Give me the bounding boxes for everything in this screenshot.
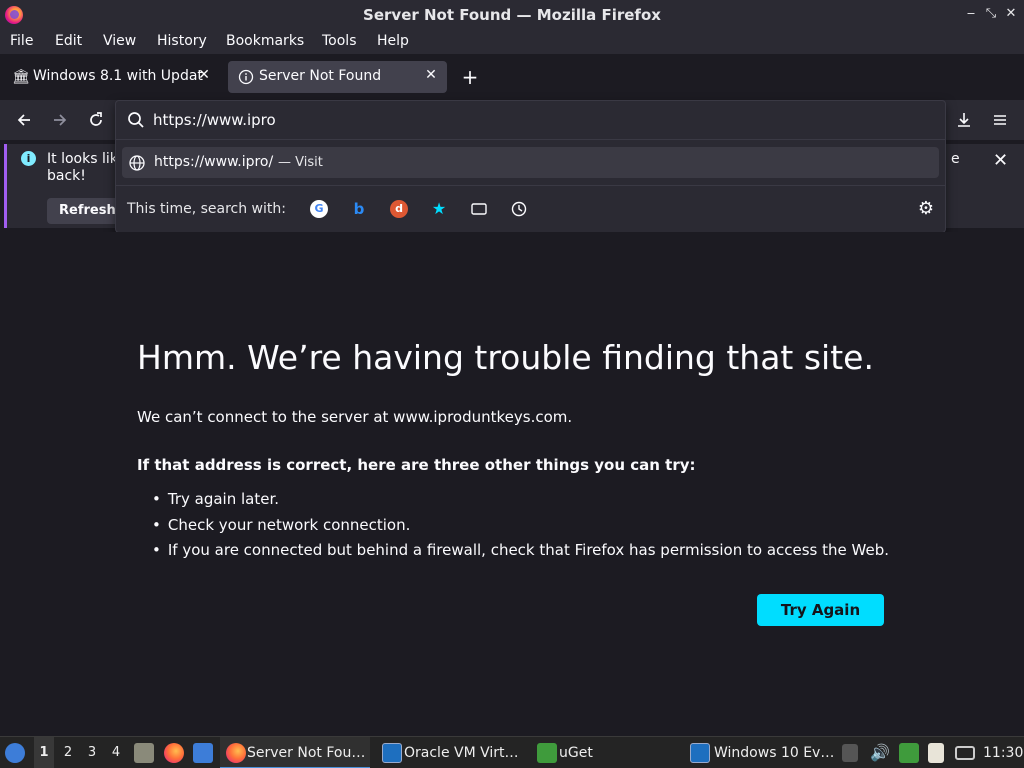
error-page: Hmm. We’re having trouble finding that s…: [0, 232, 1024, 736]
network-icon[interactable]: [955, 746, 975, 760]
menu-help[interactable]: Help: [377, 33, 409, 49]
task-firefox[interactable]: Server Not Fou…: [220, 737, 370, 768]
workspace-2[interactable]: 2: [58, 737, 78, 768]
file-manager-icon[interactable]: [134, 743, 154, 763]
reload-icon[interactable]: [84, 108, 108, 132]
menu-bookmarks[interactable]: Bookmarks: [226, 33, 304, 49]
url-suggestion-row[interactable]: https://www.ipro/ — Visit: [122, 147, 939, 178]
hamburger-menu-icon[interactable]: [988, 108, 1012, 132]
firefox-icon: [226, 743, 246, 763]
google-icon[interactable]: G: [310, 200, 328, 218]
list-item: Try again later.: [152, 488, 889, 514]
suggestion-action: — Visit: [278, 155, 323, 170]
firefox-launcher-icon[interactable]: [164, 743, 184, 763]
volume-icon[interactable]: 🔊: [870, 737, 890, 768]
workspace-3[interactable]: 3: [82, 737, 102, 768]
address-bar[interactable]: https://www.ipro: [116, 101, 945, 139]
downloads-icon[interactable]: [952, 108, 976, 132]
close-tab-icon[interactable]: ✕: [423, 67, 439, 85]
workspace-4[interactable]: 4: [106, 737, 126, 768]
forward-arrow-icon[interactable]: [48, 108, 72, 132]
close-notification-icon[interactable]: ✕: [993, 150, 1008, 171]
menu-bar: File Edit View History Bookmarks Tools H…: [0, 30, 1024, 54]
menu-tools[interactable]: Tools: [322, 33, 357, 49]
tab-label: Windows 8.1 with Update: [33, 68, 203, 84]
tab-strip: 🏛 Windows 8.1 with Update ✕ Server Not F…: [0, 54, 1024, 100]
clock[interactable]: 11:30: [983, 737, 1023, 768]
minimize-icon[interactable]: ‒: [962, 5, 980, 23]
close-tab-icon[interactable]: ✕: [196, 67, 212, 85]
suggestion-separator: —: [278, 155, 291, 170]
notes-tray-icon[interactable]: [928, 743, 944, 763]
restore-icon[interactable]: ⤡: [982, 5, 1000, 23]
search-with-label: This time, search with:: [127, 201, 286, 217]
suggestions-heading: If that address is correct, here are thr…: [137, 456, 696, 474]
bank-building-icon: 🏛: [12, 69, 30, 85]
task-virtualbox[interactable]: Oracle VM Virt…: [378, 737, 528, 768]
tabs-icon[interactable]: [470, 200, 488, 218]
info-icon: i: [21, 151, 36, 166]
virtualbox-icon: [382, 743, 402, 763]
show-desktop-icon[interactable]: [193, 743, 213, 763]
new-tab-icon[interactable]: +: [458, 64, 482, 90]
uget-tray-icon[interactable]: [899, 743, 919, 763]
back-arrow-icon[interactable]: [12, 108, 36, 132]
virtualbox-vm-icon: [690, 743, 710, 763]
divider: [116, 139, 945, 140]
tab-server-not-found[interactable]: Server Not Found ✕: [228, 61, 447, 93]
notification-text-line2: back!: [47, 168, 86, 184]
try-again-button[interactable]: Try Again: [757, 594, 884, 626]
close-window-icon[interactable]: ✕: [1002, 5, 1020, 23]
task-label: Windows 10 Ev…: [714, 745, 835, 761]
duckduckgo-icon[interactable]: d: [390, 200, 408, 218]
divider: [116, 185, 945, 186]
task-label: Server Not Fou…: [247, 745, 366, 761]
window-titlebar: Server Not Found — Mozilla Firefox ‒ ⤡ ✕: [0, 0, 1024, 30]
gear-icon[interactable]: ⚙: [916, 199, 936, 219]
list-item: If you are connected but behind a firewa…: [152, 539, 889, 565]
suggestions-list: Try again later. Check your network conn…: [152, 488, 889, 565]
window-title: Server Not Found — Mozilla Firefox: [363, 6, 661, 24]
info-circle-icon: [238, 69, 254, 85]
menu-file[interactable]: File: [10, 33, 33, 49]
start-menu-icon[interactable]: [5, 743, 25, 763]
search-icon: [126, 110, 146, 130]
tab-windows-81[interactable]: 🏛 Windows 8.1 with Update ✕: [2, 61, 220, 93]
url-dropdown-panel: https://www.ipro https://www.ipro/ — Vis…: [115, 100, 946, 233]
task-windows-10[interactable]: Windows 10 Ev…: [688, 737, 835, 768]
error-description: We can’t connect to the server at www.ip…: [137, 408, 573, 426]
address-input[interactable]: https://www.ipro: [153, 111, 276, 129]
bookmarks-star-icon[interactable]: ★: [430, 200, 448, 218]
task-uget[interactable]: uGet: [533, 737, 613, 768]
history-clock-icon[interactable]: [510, 200, 528, 218]
menu-history[interactable]: History: [157, 33, 207, 49]
task-label: uGet: [559, 745, 593, 761]
task-label: Oracle VM Virt…: [404, 745, 519, 761]
suggestion-action-label: Visit: [295, 155, 323, 170]
uget-icon: [537, 743, 557, 763]
list-item: Check your network connection.: [152, 514, 889, 540]
taskbar: 1 2 3 4 Server Not Fou… Oracle VM Virt… …: [0, 736, 1024, 768]
clipboard-icon[interactable]: [842, 744, 858, 762]
bing-icon[interactable]: b: [350, 200, 368, 218]
suggestion-url: https://www.ipro/: [154, 154, 274, 170]
workspace-1[interactable]: 1: [34, 737, 54, 768]
globe-icon: [128, 154, 146, 172]
menu-view[interactable]: View: [103, 33, 136, 49]
notification-text-tail: e: [951, 151, 960, 167]
tab-label: Server Not Found: [259, 68, 382, 84]
menu-edit[interactable]: Edit: [55, 33, 82, 49]
page-title: Hmm. We’re having trouble finding that s…: [137, 338, 874, 377]
